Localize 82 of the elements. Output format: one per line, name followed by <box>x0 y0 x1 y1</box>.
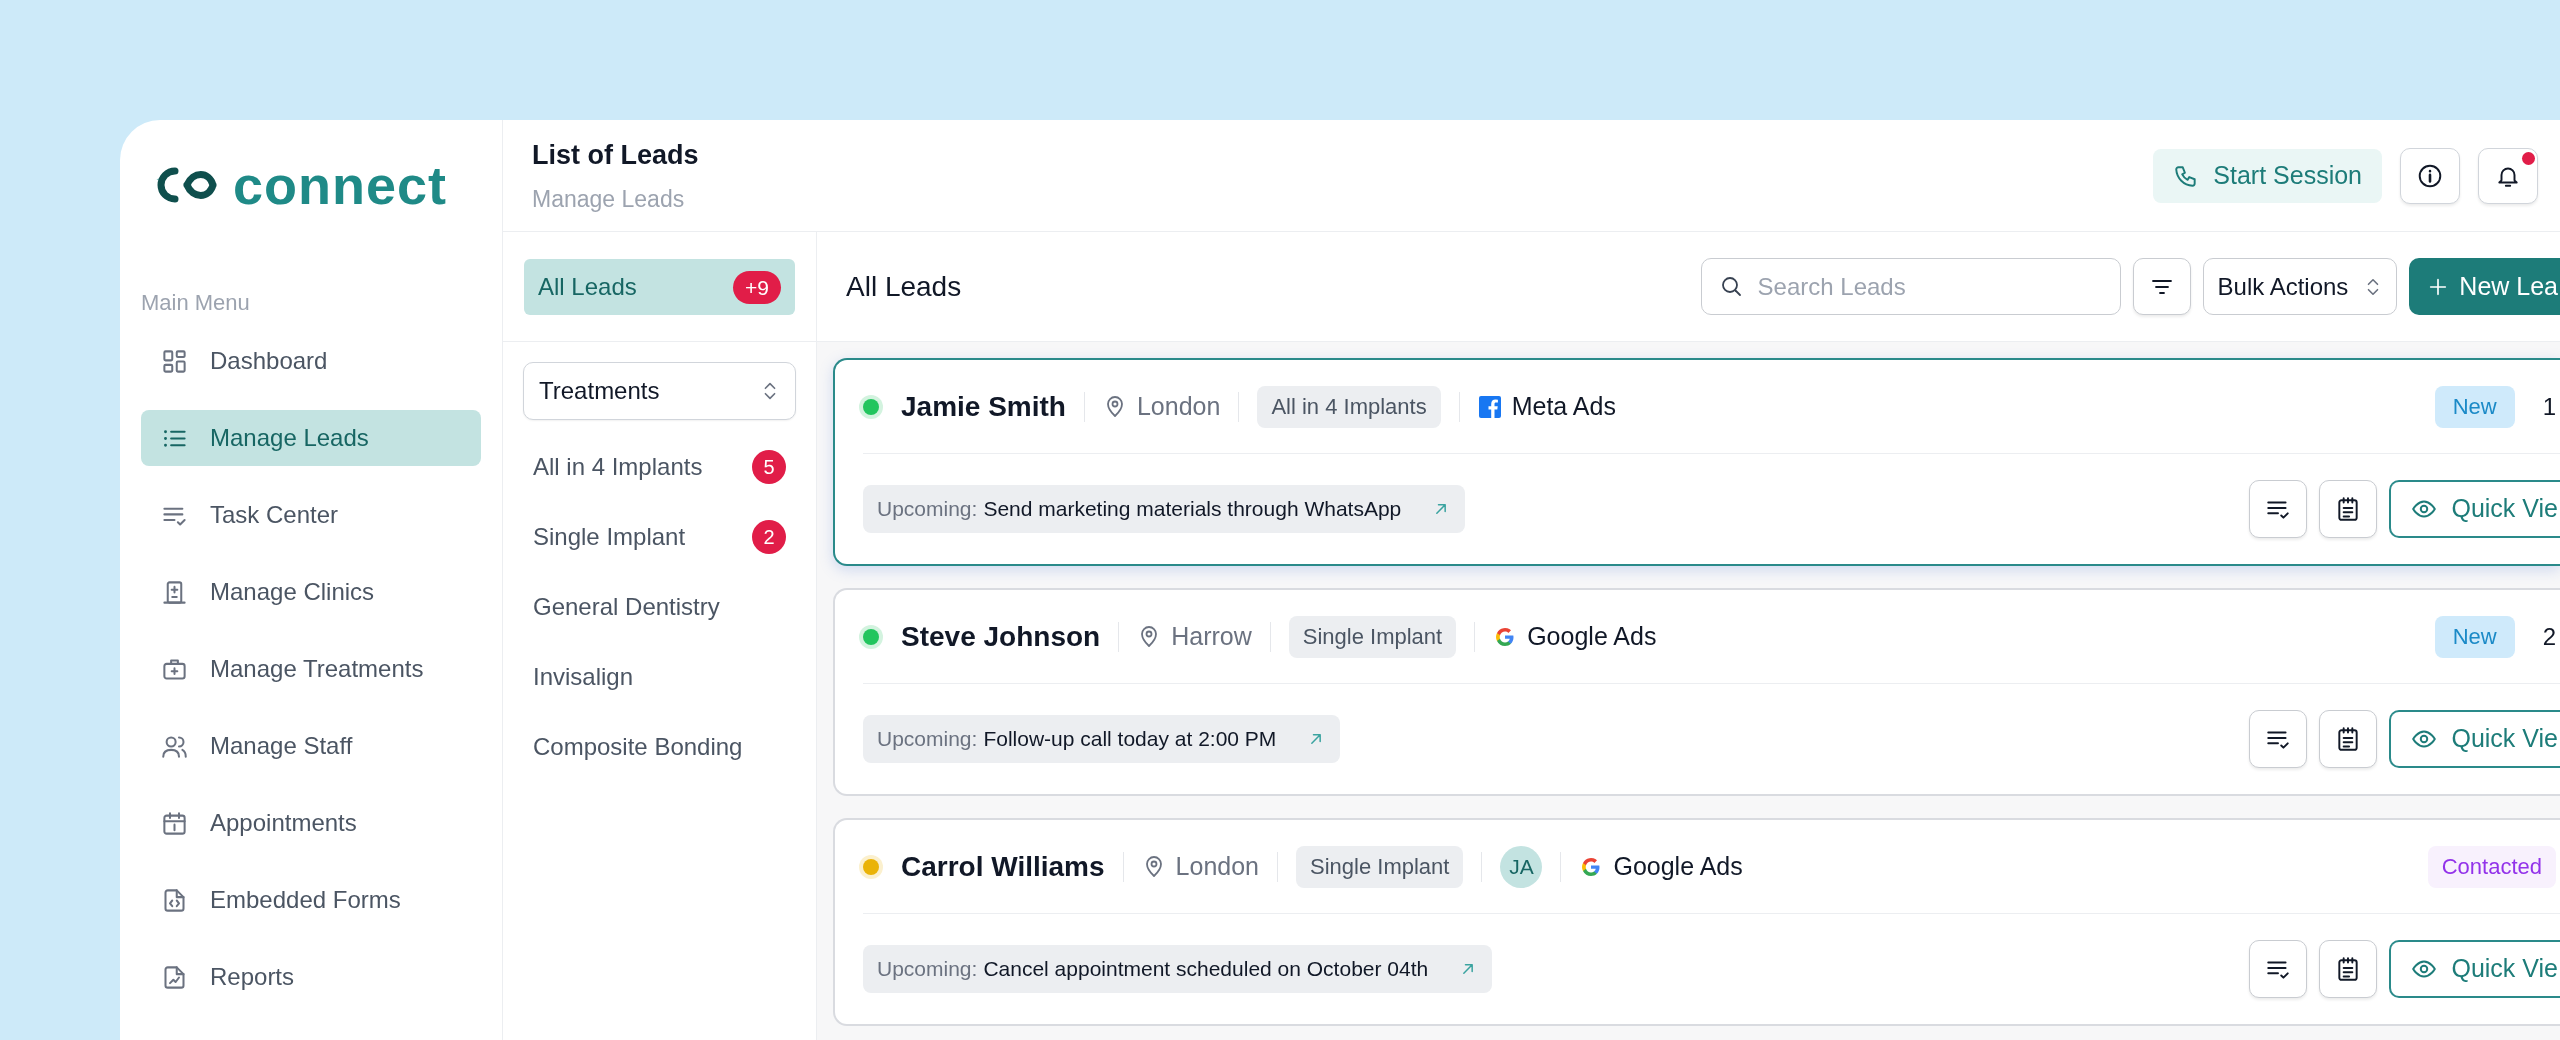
upcoming-task[interactable]: Upcoming: Cancel appointment scheduled on October 04th <box>863 945 1493 993</box>
filter-button[interactable] <box>2132 258 2191 315</box>
lead-location: Harrow <box>1171 620 1252 652</box>
assignee-avatar: JA <box>1500 845 1543 888</box>
filter-label: Single Implant <box>533 522 686 552</box>
all-leads-filter[interactable]: All Leads +9 <box>524 259 795 315</box>
chart-file-icon <box>161 963 188 991</box>
page-subtitle: Manage Leads <box>532 184 686 214</box>
filter-label: General Dentistry <box>533 592 720 622</box>
treatment-tag: Single Implant <box>1296 845 1464 888</box>
section-heading: Main Menu <box>141 289 251 317</box>
sidebar-item[interactable]: Manage Clinics <box>141 564 481 620</box>
search-field[interactable]: Search Leads <box>1700 258 2121 315</box>
tasks-button[interactable] <box>2249 710 2308 768</box>
lead-card[interactable]: Jamie Smith London All in 4 Implants Meta Ads New 1 Upcoming: Send marketing materials through WhatsApp Quick Vie <box>833 358 2560 566</box>
quick-view-button[interactable]: Quick Vie <box>2389 710 2560 768</box>
status-badge: New <box>2434 385 2515 428</box>
count-badge: +9 <box>733 270 781 304</box>
lead-location: London <box>1175 850 1260 882</box>
filter-label: Invisalign <box>533 662 634 692</box>
sidebar-item[interactable]: Manage Staff <box>141 718 481 774</box>
hospital-icon <box>161 578 188 606</box>
sidebar-item[interactable]: Embedded Forms <box>141 872 481 928</box>
filter-label: All in 4 Implants <box>533 452 703 482</box>
quick-view-button[interactable]: Quick Vie <box>2389 940 2560 998</box>
treatments-select[interactable]: Treatments <box>523 362 796 420</box>
lead-source: Google Ads <box>1613 850 1743 882</box>
quick-view-button[interactable]: Quick Vie <box>2389 480 2560 538</box>
filter-label: All Leads <box>538 272 637 302</box>
section-title: All Leads <box>846 269 962 304</box>
filter-label: Composite Bonding <box>533 732 743 762</box>
task-text: Cancel appointment scheduled on October 04th <box>983 956 1429 983</box>
lead-name: Carrol Williams <box>901 849 1105 884</box>
sidebar-item[interactable]: Dashboard <box>141 333 481 389</box>
page-title: List of Leads <box>532 139 699 172</box>
lead-location: London <box>1136 390 1221 422</box>
upcoming-label: Upcoming: <box>877 726 978 753</box>
lead-source: Google Ads <box>1527 620 1657 652</box>
count-badge: 2 <box>752 520 786 554</box>
bulk-actions-select[interactable]: Bulk Actions <box>2202 258 2398 315</box>
code-file-icon <box>161 886 188 914</box>
sidebar-item[interactable]: Task Center <box>141 487 481 543</box>
treatment-filter[interactable]: Composite Bonding <box>523 712 796 782</box>
sidebar-item[interactable]: Manage Treatments <box>141 641 481 697</box>
treatment-tag: Single Implant <box>1288 615 1457 658</box>
task-text: Send marketing materials through WhatsApp <box>983 496 1402 523</box>
notes-button[interactable] <box>2319 940 2378 998</box>
upcoming-task[interactable]: Upcoming: Follow-up call today at 2:00 PM <box>863 715 1341 763</box>
grid-icon <box>161 347 188 375</box>
upcoming-label: Upcoming: <box>877 956 978 983</box>
info-button[interactable] <box>2400 147 2460 204</box>
notifications-button[interactable] <box>2478 147 2538 204</box>
lead-number: 2 <box>2542 621 2556 652</box>
lead-name: Jamie Smith <box>901 389 1066 424</box>
treatment-filter[interactable]: All in 4 Implants 5 <box>523 432 796 502</box>
lead-name: Steve Johnson <box>901 619 1101 654</box>
facebook-logo-icon <box>1477 394 1502 419</box>
count-badge: 5 <box>752 450 786 484</box>
status-badge: Contacted <box>2427 845 2556 888</box>
upcoming-label: Upcoming: <box>877 496 978 523</box>
treatment-filter[interactable]: General Dentistry <box>523 572 796 642</box>
lead-source: Meta Ads <box>1511 390 1616 422</box>
new-lead-button[interactable]: New Lea <box>2409 258 2560 315</box>
tasks-button[interactable] <box>2249 480 2308 538</box>
sidebar-item[interactable]: Appointments <box>141 795 481 851</box>
lead-card[interactable]: Carrol Williams London Single Implant JA Google Ads Contacted Upcoming: Cancel appointment scheduled on October 04th Quick Vie <box>833 818 2560 1026</box>
task-text: Follow-up call today at 2:00 PM <box>983 726 1277 753</box>
sidebar-item[interactable]: Reports <box>141 949 481 1005</box>
notes-button[interactable] <box>2319 710 2378 768</box>
lead-number: 1 <box>2542 391 2556 422</box>
lead-card[interactable]: Steve Johnson Harrow Single Implant Google Ads New 2 Upcoming: Follow-up call today at 2:00 PM Quick Vie <box>833 588 2560 796</box>
tasks-button[interactable] <box>2249 940 2308 998</box>
upcoming-task[interactable]: Upcoming: Send marketing materials through WhatsApp <box>863 485 1466 533</box>
start-session-button[interactable]: Start Session <box>2153 148 2382 203</box>
treatment-filter[interactable]: Single Implant 2 <box>523 502 796 572</box>
treatment-tag: All in 4 Implants <box>1257 385 1441 428</box>
treatment-filter[interactable]: Invisalign <box>523 642 796 712</box>
status-badge: New <box>2434 615 2515 658</box>
sidebar-item[interactable]: Manage Leads <box>141 410 481 466</box>
notes-button[interactable] <box>2319 480 2378 538</box>
info-icon <box>2417 162 2443 189</box>
logo-text: connect <box>233 158 448 212</box>
